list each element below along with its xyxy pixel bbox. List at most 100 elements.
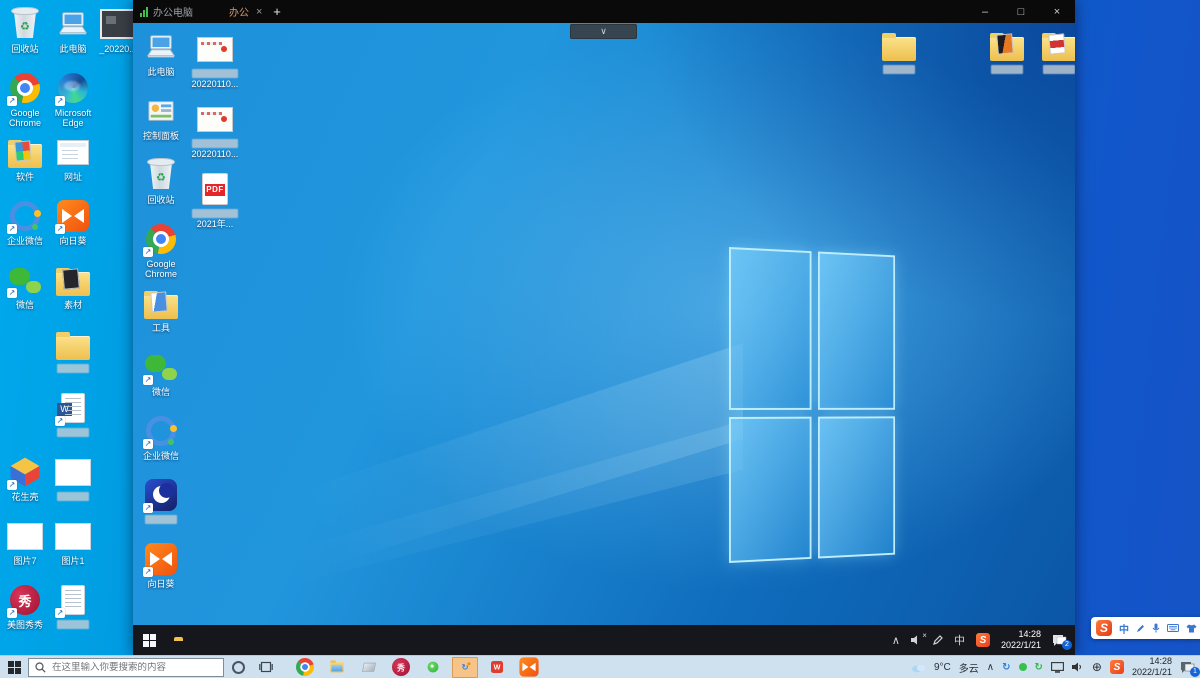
remote-desktop-window: 办公电脑 办公 × + – □ × ∨ 此电脑控制面板♻回收站↗Google C…	[133, 0, 1075, 655]
meitu-icon: 秀↗	[7, 582, 43, 618]
folder-orange-icon	[989, 27, 1025, 63]
blurred-text	[57, 364, 89, 373]
refresh-green-icon[interactable]: ↻	[1035, 662, 1043, 673]
new-tab-button[interactable]: +	[265, 0, 289, 23]
notification-center-icon[interactable]: 1	[1180, 661, 1195, 674]
screenshot-desktop-icon[interactable]: 20220110...	[186, 101, 244, 171]
start-button[interactable]	[143, 634, 156, 647]
speaker-icon[interactable]	[1072, 662, 1084, 672]
blueapp-desktop-icon[interactable]: ↗	[136, 477, 186, 541]
hidden-icons-chevron[interactable]: ∧	[892, 634, 900, 647]
screenshot-desktop-icon[interactable]: 20220110...	[186, 31, 244, 101]
icon-label: 向日葵	[59, 236, 86, 246]
weather-icon[interactable]	[911, 662, 926, 673]
cortana-button[interactable]	[224, 656, 252, 678]
icon-label: 工具	[152, 323, 170, 333]
icon-label	[57, 364, 89, 373]
keyboard-icon[interactable]	[1167, 624, 1179, 632]
icon-label: 向日葵	[147, 579, 174, 589]
pc-desktop-icon[interactable]: 此电脑	[136, 29, 186, 93]
wxwork-desktop-icon[interactable]: ↗ 企业微信	[1, 198, 49, 262]
photo-blur-desktop-icon[interactable]: 图片1	[48, 518, 98, 582]
pc-desktop-icon[interactable]: 此电脑	[48, 6, 98, 70]
textdoc-desktop-icon[interactable]: ↗	[48, 582, 98, 646]
task-view-button[interactable]	[252, 656, 280, 678]
session-tab[interactable]: 办公 ×	[221, 0, 270, 23]
weather-temperature[interactable]: 9°C	[934, 662, 951, 673]
close-button[interactable]: ×	[1039, 0, 1075, 23]
taskbar-search-box[interactable]	[28, 658, 224, 677]
notification-badge: 1	[1190, 667, 1200, 677]
remote-clock[interactable]: 14:28 2022/1/21	[1001, 629, 1041, 651]
muted-speaker-icon[interactable]	[911, 635, 922, 645]
meitu-desktop-icon[interactable]: 秀↗美图秀秀	[1, 582, 49, 646]
wechat-desktop-icon[interactable]: ↗微信	[136, 349, 186, 413]
folder-red-desktop-icon[interactable]	[1033, 27, 1075, 91]
tools-folder-desktop-icon[interactable]: 工具	[136, 285, 186, 349]
folder-orange-desktop-icon[interactable]	[981, 27, 1033, 91]
sogou-tray-icon[interactable]: S	[976, 633, 990, 647]
edge-desktop-icon[interactable]: ↗Microsoft Edge	[48, 70, 98, 134]
control-panel-desktop-icon[interactable]: 控制面板	[136, 93, 186, 157]
webpage-desktop-icon[interactable]: 网址	[48, 134, 98, 198]
wps-taskbar-button[interactable]: W	[484, 657, 510, 678]
folder-desktop-icon[interactable]	[873, 27, 925, 91]
hidden-icons-chevron[interactable]: ∧	[987, 662, 994, 673]
sunflower-desktop-icon[interactable]: ↗向日葵	[48, 198, 98, 262]
doc3d-icon	[358, 656, 380, 678]
chrome-icon: ↗	[7, 70, 43, 106]
recycle-bin-desktop-icon[interactable]: ♻回收站	[136, 157, 186, 221]
pen-icon[interactable]	[933, 635, 943, 645]
wechat-desktop-icon[interactable]: ↗微信	[1, 262, 49, 326]
explorer-taskbar-button[interactable]	[324, 657, 350, 678]
microphone-icon[interactable]	[1152, 623, 1160, 633]
icon-label: Microsoft Edge	[48, 108, 98, 129]
sunflower-taskbar-button[interactable]	[516, 657, 542, 678]
weather-condition[interactable]: 多云	[959, 660, 979, 675]
skin-shirt-icon[interactable]	[1186, 624, 1197, 633]
greenapp-taskbar-button[interactable]	[420, 657, 446, 678]
chrome-desktop-icon[interactable]: ↗Google Chrome	[136, 221, 186, 285]
chrome-taskbar-button[interactable]	[292, 657, 318, 678]
cube-desktop-icon[interactable]: ↗花生壳	[1, 454, 49, 518]
host-clock[interactable]: 14:28 2022/1/21	[1132, 656, 1172, 678]
folder-dark-icon	[55, 262, 91, 298]
meitu-taskbar-button[interactable]: 秀	[388, 657, 414, 678]
sunflower-desktop-icon[interactable]: ↗向日葵	[136, 541, 186, 605]
ime-indicator[interactable]: 中	[954, 632, 965, 648]
display-icon[interactable]	[1051, 662, 1064, 673]
search-input[interactable]	[52, 662, 202, 673]
chrome-desktop-icon[interactable]: ↗Google Chrome	[1, 70, 49, 134]
remote-taskbar-button[interactable]: ↻	[452, 657, 478, 678]
wxwork-desktop-icon[interactable]: ↗企业微信	[136, 413, 186, 477]
ime-chinese-indicator[interactable]: 中	[1119, 621, 1129, 636]
handwriting-pen-icon[interactable]	[1136, 624, 1145, 633]
maximize-button[interactable]: □	[1003, 0, 1039, 23]
sogou-tray-icon[interactable]: S	[1110, 660, 1124, 674]
remote-desktop: ∨ 此电脑控制面板♻回收站↗Google Chrome 工具 ↗微信↗企业微信↗↗向…	[133, 23, 1075, 625]
ime-icon[interactable]: ⊕	[1092, 660, 1102, 674]
host-start-button[interactable]	[0, 656, 28, 678]
folder-dark-desktop-icon[interactable]: 素材	[48, 262, 98, 326]
remote-toolbar-collapsed[interactable]: ∨	[570, 24, 637, 39]
icon-label: 企业微信	[7, 236, 43, 246]
photo-blur2-desktop-icon[interactable]	[48, 454, 98, 518]
minimize-button[interactable]: –	[967, 0, 1003, 23]
blurred-text	[57, 492, 89, 501]
wxwork-icon: ↗	[7, 198, 43, 234]
notification-center-icon[interactable]: 2	[1052, 634, 1067, 647]
pdf-desktop-icon[interactable]: 2021年...	[186, 171, 244, 241]
doc3d-taskbar-button[interactable]	[356, 657, 382, 678]
sogou-logo-icon[interactable]: S	[1096, 620, 1112, 636]
photo-desktop-icon[interactable]: 图片7	[1, 518, 49, 582]
icon-label: 微信	[152, 387, 170, 397]
tab-close-icon[interactable]: ×	[256, 6, 262, 18]
remote-app-tray-icon[interactable]: ↻	[1002, 662, 1010, 673]
recycle-bin-desktop-icon[interactable]: ♻回收站	[1, 6, 49, 70]
green-status-icon[interactable]	[1019, 663, 1027, 671]
chrome-taskbar-button[interactable]	[194, 631, 213, 650]
photo-icon	[7, 518, 43, 554]
folder-desktop-icon[interactable]	[48, 326, 98, 390]
folder-soft-desktop-icon[interactable]: 软件	[1, 134, 49, 198]
word-desktop-icon[interactable]: ↗	[48, 390, 98, 454]
